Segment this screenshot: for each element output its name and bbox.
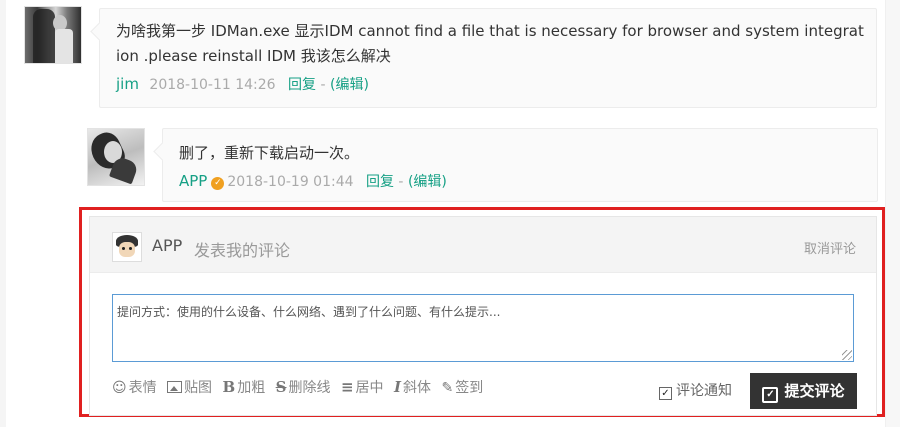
comment-meta: APP ✓ 2018-10-19 01:44 回复 - (编辑) xyxy=(179,171,447,191)
notify-label: 评论通知 xyxy=(676,383,732,399)
comment-item-reply: 删了，重新下载启动一次。 APP ✓ 2018-10-19 01:44 回复 - (… xyxy=(162,128,878,202)
sign-in-button[interactable]: ✎ 签到 xyxy=(441,377,483,397)
avatar xyxy=(112,232,142,262)
meta-separator: - xyxy=(316,77,330,93)
tool-label: 加粗 xyxy=(237,380,266,396)
checkbox-checked-icon[interactable]: ✓ xyxy=(659,387,672,400)
form-username: APP xyxy=(152,236,183,255)
avatar[interactable] xyxy=(87,128,145,186)
italic-button[interactable]: I 斜体 xyxy=(394,377,431,397)
strikethrough-button[interactable]: S 删除线 xyxy=(276,377,331,397)
comment-item: 为啥我第一步 IDMan.exe 显示IDM cannot find a fil… xyxy=(99,8,877,108)
form-hint: 发表我的评论 xyxy=(194,241,291,260)
tool-label: 居中 xyxy=(355,380,384,396)
comment-text: 删了，重新下载启动一次。 xyxy=(179,144,360,162)
emoji-button[interactable]: ☺ 表情 xyxy=(112,377,157,397)
bold-button[interactable]: B 加粗 xyxy=(223,377,266,397)
avatar[interactable] xyxy=(24,6,82,64)
resize-grip-icon[interactable] xyxy=(842,350,852,360)
tool-label: 表情 xyxy=(128,380,157,396)
check-square-icon: ✓ xyxy=(762,387,779,403)
notify-checkbox[interactable]: ✓ 评论通知 xyxy=(659,380,732,400)
verified-badge-icon: ✓ xyxy=(211,177,225,190)
comment-form: APP 发表我的评论 取消评论 ☺表情 贴图 B加粗 S删除线 ≡居中 I斜体 … xyxy=(89,216,877,416)
tool-label: 删除线 xyxy=(288,380,331,396)
tool-label: 签到 xyxy=(455,380,484,396)
edit-link[interactable]: (编辑) xyxy=(408,174,447,190)
cancel-reply-link[interactable]: 取消评论 xyxy=(804,238,856,257)
comment-text: 为啥我第一步 IDMan.exe 显示IDM cannot find a fil… xyxy=(116,22,864,65)
comment-form-highlight: APP 发表我的评论 取消评论 ☺表情 贴图 B加粗 S删除线 ≡居中 I斜体 … xyxy=(79,207,885,417)
align-center-icon: ≡ xyxy=(340,378,354,396)
page-scroll-track xyxy=(885,0,900,427)
comment-time: 2018-10-19 01:44 xyxy=(227,174,354,190)
center-button[interactable]: ≡ 居中 xyxy=(341,377,384,397)
strikethrough-icon: S xyxy=(275,378,287,396)
reply-link[interactable]: 回复 xyxy=(366,174,394,190)
submit-comment-button[interactable]: ✓ 提交评论 xyxy=(750,373,857,409)
comment-author[interactable]: jim xyxy=(116,75,139,93)
comment-textarea[interactable] xyxy=(112,294,854,362)
tool-label: 贴图 xyxy=(184,380,213,396)
smile-icon: ☺ xyxy=(112,380,127,396)
comment-toolbar: ☺ 表情 贴图 B 加粗 S 删除线 ≡ 居中 I 斜体 ✎ 签到 xyxy=(112,377,489,397)
submit-label: 提交评论 xyxy=(784,383,845,400)
image-icon xyxy=(167,381,183,393)
reply-link[interactable]: 回复 xyxy=(288,77,316,93)
edit-link[interactable]: (编辑) xyxy=(330,77,369,93)
italic-icon: I xyxy=(393,378,402,396)
comment-meta: jim 2018-10-11 14:26 回复 - (编辑) xyxy=(116,74,369,94)
comment-author[interactable]: APP xyxy=(179,172,207,190)
bold-icon: B xyxy=(222,378,236,396)
page-left-edge xyxy=(0,0,6,427)
comment-time: 2018-10-11 14:26 xyxy=(149,77,276,93)
tool-label: 斜体 xyxy=(403,380,432,396)
meta-separator: - xyxy=(393,174,408,190)
comment-form-header: APP 发表我的评论 取消评论 xyxy=(90,217,876,273)
sign-in-icon: ✎ xyxy=(441,380,454,396)
image-button[interactable]: 贴图 xyxy=(167,377,212,397)
